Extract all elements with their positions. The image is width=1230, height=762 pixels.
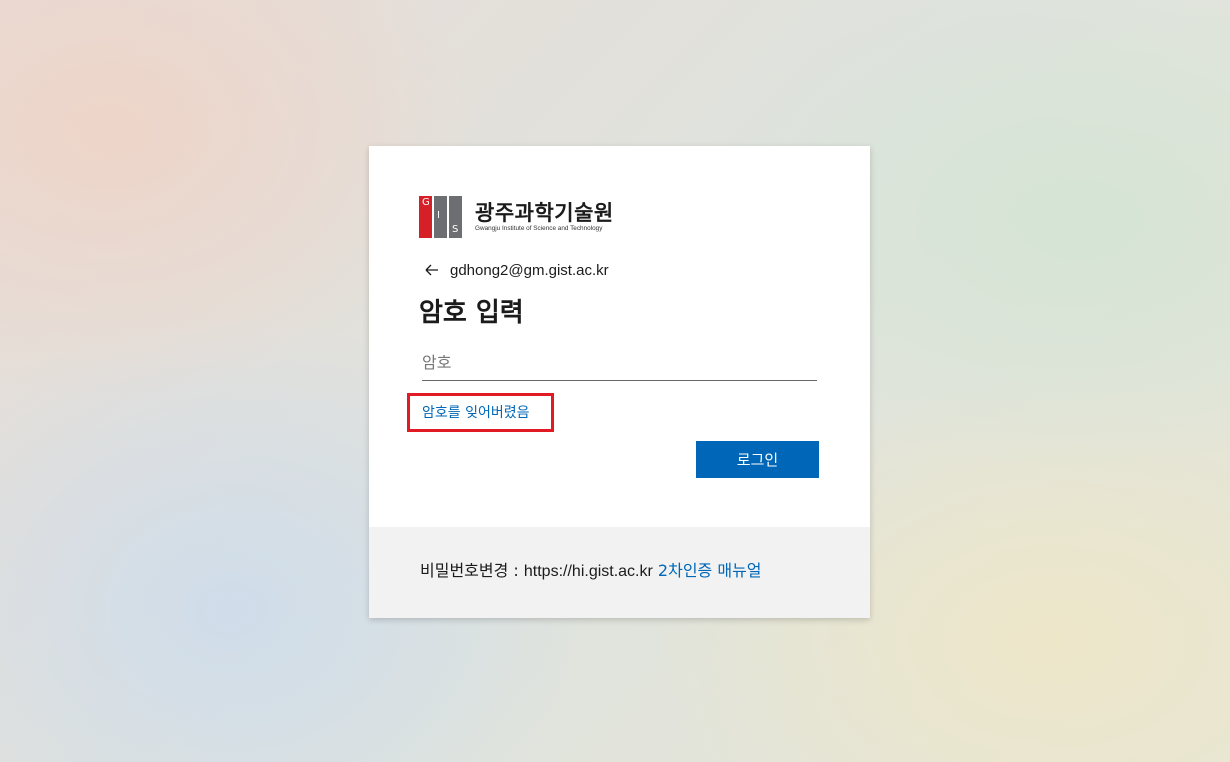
identity-banner[interactable]: gdhong2@gm.gist.ac.kr: [423, 258, 609, 282]
arrow-left-icon[interactable]: [423, 261, 441, 279]
gist-logo: G I ST 광주과학기술원 Gwangju Institute of Scie…: [419, 196, 631, 238]
sign-in-card: G I ST 광주과학기술원 Gwangju Institute of Scie…: [369, 146, 870, 618]
forgot-password-link[interactable]: 암호를 잊어버렸음: [422, 402, 530, 422]
footer-url: https://hi.gist.ac.kr: [523, 563, 653, 580]
page-title: 암호 입력: [419, 298, 524, 328]
footer-prefix: 비밀번호변경 :: [420, 561, 524, 580]
identity-email: gdhong2@gm.gist.ac.kr: [450, 261, 609, 279]
footer-text: 비밀번호변경 : https://hi.gist.ac.kr 2차인증 매뉴얼: [420, 557, 762, 581]
gist-logo-mark: G I ST: [419, 196, 471, 238]
logo-subtitle: Gwangju Institute of Science and Technol…: [475, 225, 603, 232]
footer-panel: 비밀번호변경 : https://hi.gist.ac.kr 2차인증 매뉴얼: [369, 527, 870, 618]
two-factor-manual-link[interactable]: 2차인증 매뉴얼: [658, 561, 762, 580]
logo-name: 광주과학기술원: [475, 201, 614, 225]
login-button[interactable]: 로그인: [696, 441, 819, 478]
password-input[interactable]: [422, 344, 817, 381]
